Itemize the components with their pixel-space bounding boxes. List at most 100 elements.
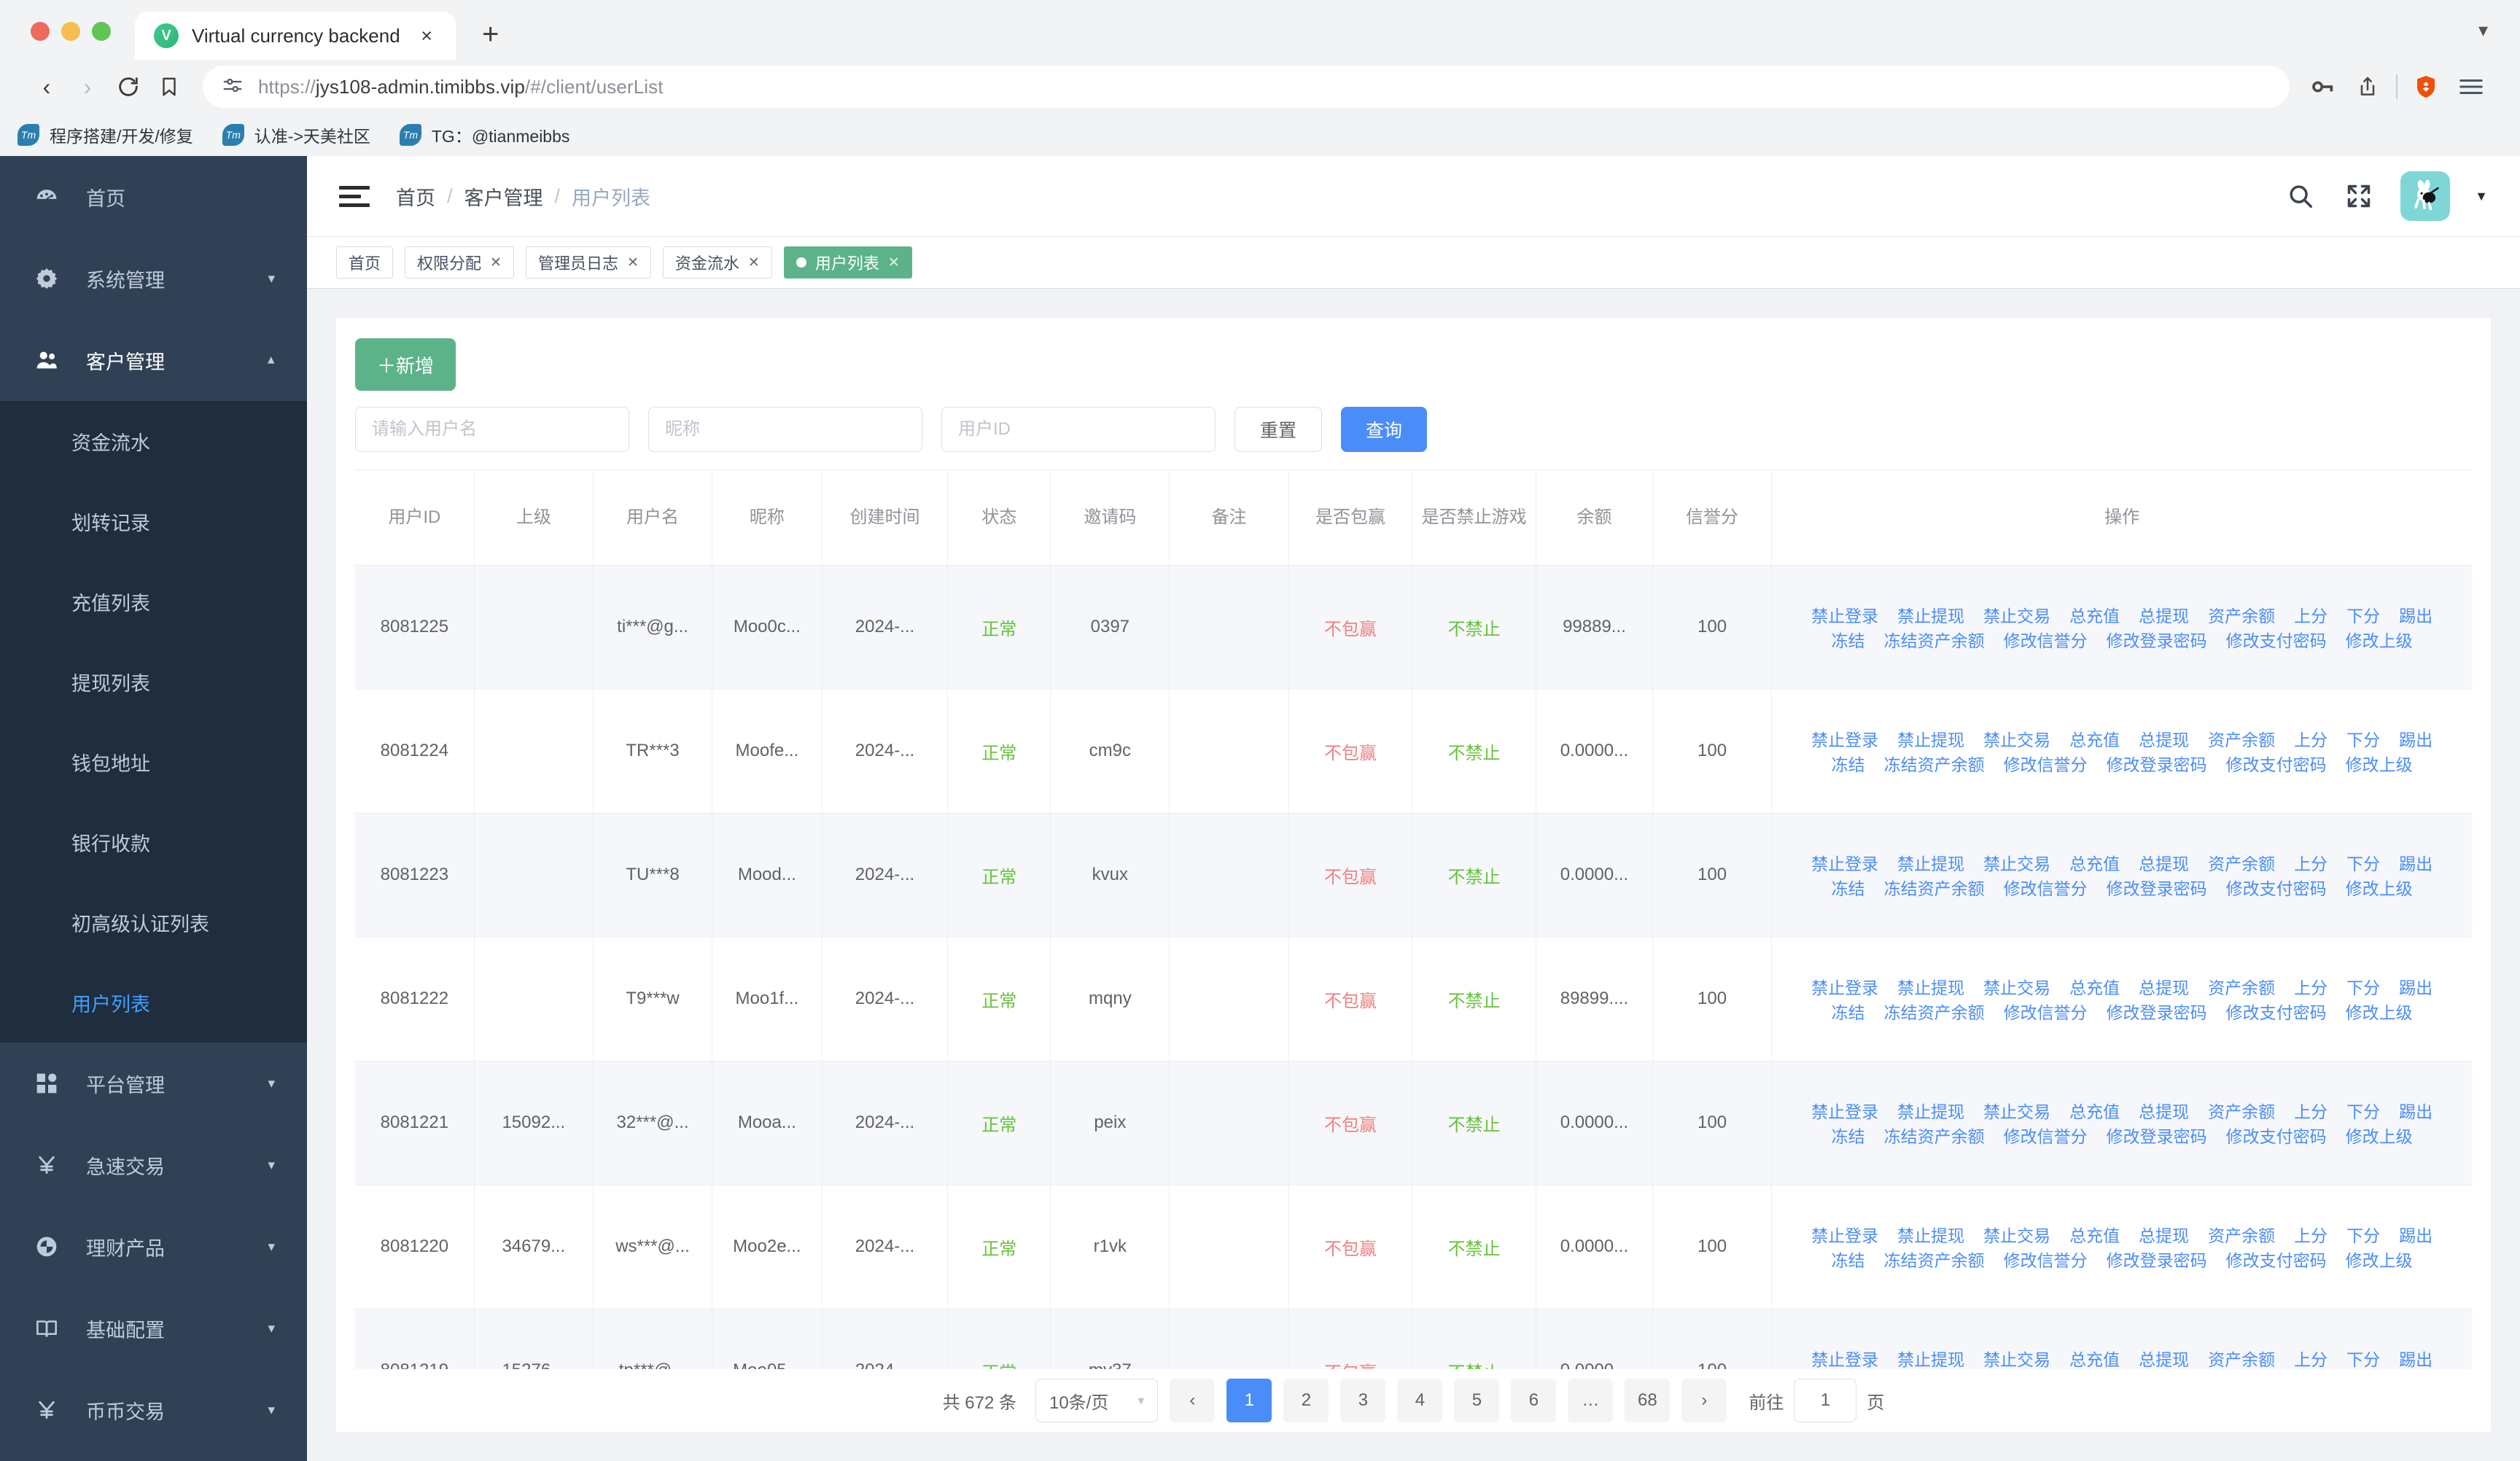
table-row[interactable]: 8081220 34679... ws***@... Moo2e... 2024-...…	[355, 1185, 2472, 1309]
tab-list-chevron-down-icon[interactable]: ▾	[2478, 19, 2488, 42]
pagination-next-button[interactable]: ›	[1681, 1379, 1727, 1422]
action-link[interactable]: 修改支付密码	[2226, 1247, 2327, 1271]
action-link[interactable]: 禁止登录	[1811, 602, 1878, 627]
action-link[interactable]: 禁止提现	[1897, 974, 1964, 999]
sidebar-subitem-kyc-list[interactable]: 初高级认证列表	[0, 882, 307, 962]
action-link[interactable]: 禁止登录	[1811, 1222, 1878, 1247]
sidebar-item-coin-trade[interactable]: 币币交易 ▾	[0, 1369, 307, 1451]
fullscreen-icon[interactable]	[2342, 179, 2376, 213]
user-menu-chevron-down-icon[interactable]: ▼	[2475, 189, 2488, 204]
action-link[interactable]: 上分	[2294, 726, 2328, 751]
action-link[interactable]: 踢出	[2399, 974, 2432, 999]
action-link[interactable]: 踢出	[2399, 726, 2432, 751]
browser-tab[interactable]: V Virtual currency backend ×	[135, 12, 456, 60]
action-link[interactable]: 总提现	[2139, 1098, 2189, 1123]
user-table-scroll[interactable]: 用户ID 上级 用户名 昵称 创建时间 状态 邀请码 备注 是否包赢 是否禁止游…	[355, 470, 2472, 1369]
reset-button[interactable]: 重置	[1234, 407, 1323, 452]
query-button[interactable]: 查询	[1341, 407, 1428, 452]
action-link[interactable]: 禁止提现	[1897, 1346, 1964, 1369]
pagination-page-button[interactable]: 6	[1511, 1379, 1557, 1422]
page-size-select[interactable]: 10条/页 ▾	[1035, 1379, 1159, 1422]
sidebar-subitem-transfer-records[interactable]: 划转记录	[0, 481, 307, 561]
action-link[interactable]: 禁止登录	[1811, 726, 1878, 751]
table-row[interactable]: 8081224 TR***3 Moofe... 2024-... 正常 cm9c 不包赢 不禁…	[355, 689, 2472, 814]
pagination-page-button[interactable]: 4	[1397, 1379, 1443, 1422]
action-link[interactable]: 上分	[2294, 974, 2328, 999]
action-link[interactable]: 冻结资产余额	[1884, 875, 1985, 900]
sidebar-item-system-management[interactable]: 系统管理 ▾	[0, 238, 307, 319]
username-search-input[interactable]	[355, 407, 629, 452]
table-row[interactable]: 8081223 TU***8 Mood... 2024-... 正常 kvux 不包赢 不禁止…	[355, 813, 2472, 938]
new-tab-button[interactable]: +	[482, 18, 499, 51]
action-link[interactable]: 修改登录密码	[2107, 1247, 2207, 1271]
action-link[interactable]: 修改支付密码	[2226, 999, 2327, 1024]
action-link[interactable]: 总充值	[2069, 850, 2120, 875]
table-row[interactable]: 8081219 15276... tp***@... Moo05... 2024-...…	[355, 1309, 2472, 1369]
action-link[interactable]: 冻结资产余额	[1884, 627, 1985, 652]
action-link[interactable]: 总提现	[2139, 974, 2189, 999]
action-link[interactable]: 禁止交易	[1983, 1098, 2050, 1123]
close-tag-icon[interactable]: ✕	[748, 254, 760, 271]
action-link[interactable]: 资产余额	[2208, 974, 2275, 999]
sidebar-subitem-user-list[interactable]: 用户列表	[0, 962, 307, 1043]
action-link[interactable]: 上分	[2294, 1098, 2328, 1123]
action-link[interactable]: 冻结资产余额	[1884, 1123, 1985, 1148]
pagination-page-button[interactable]: …	[1568, 1379, 1614, 1422]
bookmark-this-page-icon[interactable]	[149, 66, 190, 107]
pagination-page-button[interactable]: 5	[1454, 1379, 1500, 1422]
tag-user-list[interactable]: 用户列表 ✕	[783, 246, 912, 278]
action-link[interactable]: 总提现	[2139, 1346, 2189, 1369]
action-link[interactable]: 踢出	[2399, 1222, 2432, 1247]
sidebar-subitem-recharge-list[interactable]: 充值列表	[0, 561, 307, 642]
bookmark-item[interactable]: Tm 程序搭建/开发/修复	[18, 122, 193, 147]
action-link[interactable]: 修改信誉分	[2004, 1247, 2088, 1271]
action-link[interactable]: 冻结	[1832, 999, 1865, 1024]
tag-permission-assign[interactable]: 权限分配 ✕	[405, 246, 514, 278]
sidebar-item-new-coin-management[interactable]: 新币管理 ▾	[0, 1451, 307, 1461]
action-link[interactable]: 修改登录密码	[2107, 999, 2207, 1024]
password-key-icon[interactable]	[2300, 66, 2345, 107]
action-link[interactable]: 冻结资产余额	[1884, 1247, 1985, 1271]
action-link[interactable]: 总充值	[2069, 1346, 2120, 1369]
bookmark-item[interactable]: Tm 认准->天美社区	[222, 122, 370, 147]
pagination-page-button[interactable]: 2	[1283, 1379, 1329, 1422]
action-link[interactable]: 修改支付密码	[2226, 751, 2327, 776]
action-link[interactable]: 修改信誉分	[2004, 751, 2088, 776]
action-link[interactable]: 禁止登录	[1811, 974, 1878, 999]
action-link[interactable]: 踢出	[2399, 1098, 2432, 1123]
action-link[interactable]: 上分	[2294, 602, 2328, 627]
sidebar-item-customer-management[interactable]: 客户管理 ▾	[0, 319, 307, 401]
action-link[interactable]: 冻结	[1832, 875, 1865, 900]
action-link[interactable]: 禁止交易	[1983, 602, 2050, 627]
action-link[interactable]: 修改上级	[2346, 627, 2413, 652]
action-link[interactable]: 禁止交易	[1983, 850, 2050, 875]
bookmark-item[interactable]: Tm TG：@tianmeibbs	[399, 122, 569, 147]
minimize-window-button[interactable]	[61, 22, 80, 41]
action-link[interactable]: 禁止登录	[1811, 1098, 1878, 1123]
action-link[interactable]: 冻结	[1832, 1247, 1865, 1271]
action-link[interactable]: 总充值	[2069, 602, 2120, 627]
action-link[interactable]: 下分	[2346, 1346, 2380, 1369]
table-row[interactable]: 8081222 T9***w Moo1f... 2024-... 正常 mqny 不包赢 不禁…	[355, 937, 2472, 1061]
avatar[interactable]	[2400, 171, 2451, 221]
action-link[interactable]: 禁止提现	[1897, 1098, 1964, 1123]
sidebar-item-fast-trade[interactable]: 急速交易 ▾	[0, 1124, 307, 1206]
sidebar-subitem-withdraw-list[interactable]: 提现列表	[0, 642, 307, 722]
action-link[interactable]: 冻结	[1832, 627, 1865, 652]
pagination-page-button[interactable]: 3	[1340, 1379, 1386, 1422]
search-icon[interactable]	[2284, 179, 2317, 213]
action-link[interactable]: 总充值	[2069, 1222, 2120, 1247]
action-link[interactable]: 总提现	[2139, 850, 2189, 875]
action-link[interactable]: 禁止提现	[1897, 726, 1964, 751]
action-link[interactable]: 下分	[2346, 850, 2380, 875]
tag-admin-log[interactable]: 管理员日志 ✕	[525, 246, 651, 278]
maximize-window-button[interactable]	[92, 22, 111, 41]
action-link[interactable]: 修改上级	[2346, 875, 2413, 900]
action-link[interactable]: 禁止交易	[1983, 726, 2050, 751]
site-settings-icon[interactable]	[222, 74, 244, 100]
table-row[interactable]: 8081225 ti***@g... Moo0c... 2024-... 正常 0397 不…	[355, 565, 2472, 690]
table-row[interactable]: 8081221 15092... 32***@... Mooa... 2024-... 正…	[355, 1061, 2472, 1185]
action-link[interactable]: 总提现	[2139, 726, 2189, 751]
userid-search-input[interactable]	[941, 407, 1216, 452]
action-link[interactable]: 修改上级	[2346, 999, 2413, 1024]
